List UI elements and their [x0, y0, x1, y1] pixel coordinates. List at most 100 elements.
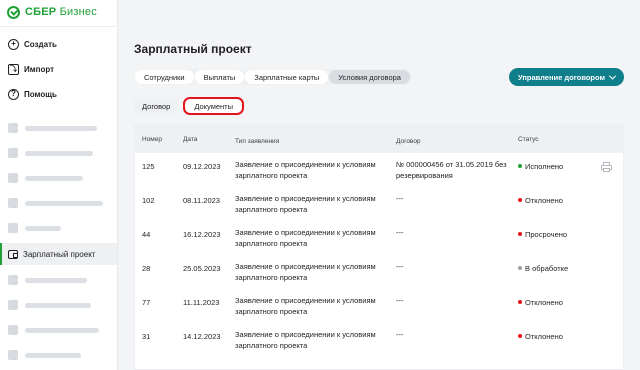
- blurred-label: [25, 175, 83, 181]
- sidebar-item-salary-project[interactable]: Зарплатный проект: [0, 243, 117, 265]
- manage-contract-button[interactable]: Управление договором: [509, 68, 624, 86]
- cell-type: Заявление о присоединении к условиям зар…: [235, 296, 376, 316]
- cell-type: Заявление о присоединении к условиям зар…: [235, 194, 376, 214]
- status-text: В обработке: [525, 264, 569, 273]
- sber-logo-icon: [7, 5, 20, 19]
- table-row[interactable]: 125 09.12.2023 Заявление о присоединении к…: [135, 153, 623, 187]
- cell-contract: ---: [396, 194, 404, 203]
- sidebar: СБЕР Бизнес + Создать ⤵ Импорт ? Помощь …: [0, 0, 118, 370]
- column-header-contract[interactable]: Договор: [396, 136, 516, 147]
- sidebar-item-blurred[interactable]: [8, 123, 97, 133]
- cell-date: 11.11.2023: [183, 298, 220, 307]
- table-row[interactable]: 31 14.12.2023 Заявление о присоединении к …: [135, 323, 623, 357]
- blurred-icon: [8, 173, 18, 183]
- sidebar-item-label: Зарплатный проект: [23, 249, 96, 259]
- column-header-type[interactable]: Тип заявления: [235, 136, 390, 147]
- logo-text: СБЕР Бизнес: [25, 6, 97, 18]
- blurred-icon: [8, 223, 18, 233]
- main-content: Зарплатный проект Сотрудники Выплаты Зар…: [118, 0, 640, 370]
- cell-status: Исполнено: [518, 162, 563, 171]
- tab-payments[interactable]: Выплаты: [194, 70, 245, 84]
- cell-type: Заявление о присоединении к условиям зар…: [235, 228, 376, 248]
- wallet-icon: [8, 249, 18, 259]
- import-icon: ⤵: [8, 63, 19, 75]
- sidebar-item-label: Помощь: [24, 89, 57, 99]
- table-row[interactable]: 44 16.12.2023 Заявление о присоединении к …: [135, 221, 623, 255]
- blurred-label: [25, 302, 91, 308]
- cell-status: Отклонено: [518, 332, 563, 341]
- cell-status: Отклонено: [518, 196, 563, 205]
- tab-employees[interactable]: Сотрудники: [135, 70, 194, 84]
- table-row[interactable]: 28 25.05.2023 Заявление о присоединении к …: [135, 255, 623, 289]
- sidebar-item-blurred[interactable]: [8, 325, 99, 335]
- status-text: Просрочено: [525, 230, 568, 239]
- cell-status: В обработке: [518, 264, 568, 273]
- table-row[interactable]: 102 08.11.2023 Заявление о присоединении к…: [135, 187, 623, 221]
- blurred-icon: [8, 325, 18, 335]
- blurred-icon: [8, 300, 18, 310]
- divider: [0, 26, 118, 27]
- status-text: Отклонено: [525, 332, 563, 341]
- sidebar-item-blurred[interactable]: [8, 350, 81, 360]
- cell-date: 14.12.2023: [183, 332, 221, 341]
- blurred-icon: [8, 148, 18, 158]
- cell-number: 31: [142, 332, 151, 341]
- status-dot-icon: [518, 164, 522, 169]
- table-body: 125 09.12.2023 Заявление о присоединении к…: [135, 153, 623, 357]
- cell-contract: ---: [396, 330, 404, 339]
- column-header-number[interactable]: Номер: [142, 136, 162, 143]
- blurred-icon: [8, 123, 18, 133]
- cell-date: 16.12.2023: [183, 230, 221, 239]
- manage-contract-label: Управление договором: [517, 72, 606, 82]
- sidebar-item-import[interactable]: ⤵ Импорт: [8, 63, 57, 75]
- tab-bar: Сотрудники Выплаты Зарплатные карты Усло…: [134, 69, 412, 85]
- sidebar-item-label: Импорт: [24, 64, 55, 74]
- subtab-contract[interactable]: Договор: [134, 99, 179, 113]
- blurred-label: [25, 200, 103, 206]
- sidebar-item-blurred[interactable]: [8, 223, 61, 233]
- cell-date: 08.11.2023: [183, 196, 220, 205]
- page-title: Зарплатный проект: [134, 42, 252, 56]
- status-dot-icon: [518, 334, 522, 339]
- blurred-icon: [8, 275, 18, 285]
- cell-number: 125: [142, 162, 155, 171]
- tab-salary-cards[interactable]: Зарплатные карты: [245, 70, 329, 84]
- status-dot-icon: [518, 232, 522, 237]
- cell-date: 25.05.2023: [183, 264, 221, 273]
- cell-contract: ---: [396, 262, 404, 271]
- sidebar-item-blurred[interactable]: [8, 300, 91, 310]
- logo[interactable]: СБЕР Бизнес: [7, 5, 97, 19]
- sidebar-item-blurred[interactable]: [8, 198, 103, 208]
- blurred-label: [25, 327, 99, 333]
- blurred-icon: [8, 350, 18, 360]
- blurred-label: [25, 150, 93, 156]
- blurred-label: [25, 277, 87, 283]
- cell-type: Заявление о присоединении к условиям зар…: [235, 330, 376, 350]
- subtab-documents[interactable]: Документы: [183, 97, 244, 115]
- status-dot-icon: [518, 300, 522, 305]
- status-text: Отклонено: [525, 298, 563, 307]
- cell-type: Заявление о присоединении к условиям зар…: [235, 160, 376, 180]
- print-icon[interactable]: [601, 162, 612, 172]
- sidebar-item-blurred[interactable]: [8, 173, 83, 183]
- sidebar-item-help[interactable]: ? Помощь: [8, 88, 57, 100]
- sidebar-item-blurred[interactable]: [8, 275, 87, 285]
- cell-number: 102: [142, 196, 155, 205]
- cell-status: Просрочено: [518, 230, 567, 239]
- cell-contract: ---: [396, 228, 404, 237]
- cell-number: 44: [142, 230, 151, 239]
- table-header: Номер Дата Тип заявления Договор Статус: [135, 126, 623, 153]
- cell-number: 77: [142, 298, 151, 307]
- table-row[interactable]: 77 11.11.2023 Заявление о присоединении к …: [135, 289, 623, 323]
- blurred-label: [25, 352, 81, 358]
- sidebar-item-create[interactable]: + Создать: [8, 38, 57, 50]
- status-dot-icon: [518, 266, 522, 271]
- tab-contract-terms[interactable]: Условия договора: [329, 70, 410, 84]
- column-header-date[interactable]: Дата: [183, 136, 197, 143]
- cell-number: 28: [142, 264, 151, 273]
- plus-circle-icon: +: [8, 38, 19, 50]
- documents-table: Номер Дата Тип заявления Договор Статус …: [134, 125, 624, 370]
- column-header-status[interactable]: Статус: [518, 136, 539, 143]
- blurred-icon: [8, 198, 18, 208]
- sidebar-item-blurred[interactable]: [8, 148, 93, 158]
